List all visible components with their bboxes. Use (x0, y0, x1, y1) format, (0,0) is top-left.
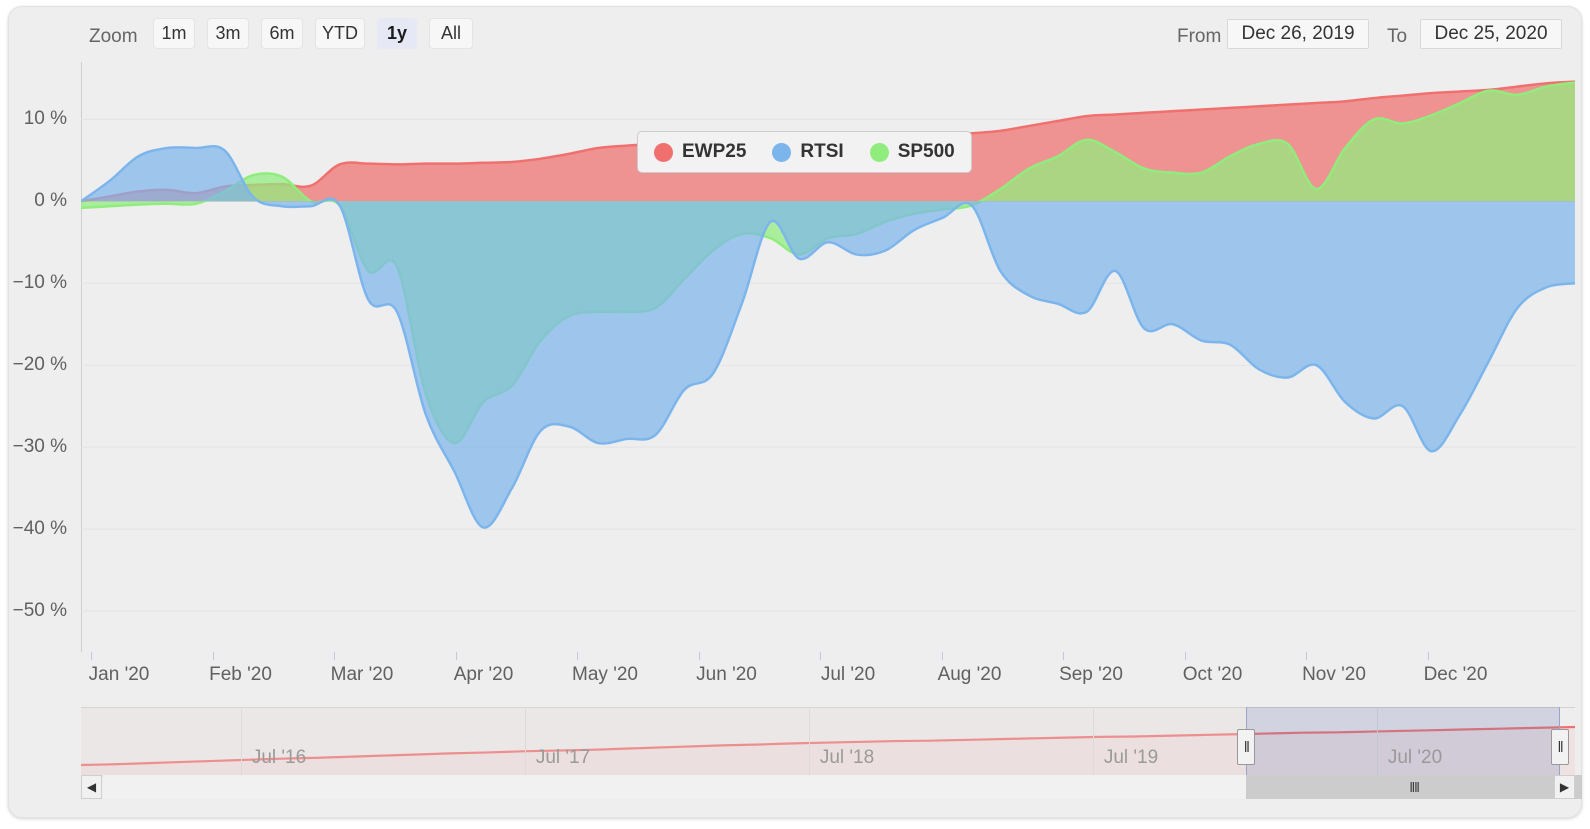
legend-label: SP500 (897, 141, 955, 162)
legend-item-rtsi[interactable]: RTSI (772, 141, 844, 163)
x-axis-tick (334, 652, 335, 660)
x-axis-tick (212, 652, 214, 660)
to-label: To (1387, 26, 1408, 47)
x-axis-tick (1184, 652, 1186, 660)
x-axis-tick (1063, 652, 1064, 660)
x-axis-tick-label: Jun '20 (696, 664, 757, 685)
legend-marker-icon (869, 142, 889, 162)
chart-screenshot: Zoom 1m 3m 6m YTD 1y All From Dec 26, 2019 To… (0, 0, 1590, 829)
legend-label: EWP25 (682, 141, 747, 162)
to-date-input[interactable]: Dec 25, 2020 (1420, 19, 1562, 49)
scrollbar-thumb[interactable]: ‖‖ (1246, 775, 1583, 799)
y-axis-tick-label: 0 % (34, 190, 67, 212)
legend-marker-icon (772, 142, 792, 162)
y-axis-tick-label: −20 % (12, 354, 67, 376)
chart-panel: Zoom 1m 3m 6m YTD 1y All From Dec 26, 2019 To… (8, 6, 1583, 818)
y-axis-tick-label: 10 % (23, 108, 67, 130)
range-button-ytd[interactable]: YTD (315, 18, 365, 49)
x-axis-tick-label: Oct '20 (1182, 664, 1243, 685)
x-axis-tick-label: Jan '20 (88, 664, 150, 685)
legend-item-ewp25[interactable]: EWP25 (654, 141, 746, 163)
x-axis-tick-label: Sep '20 (1059, 664, 1123, 685)
chart-legend: EWP25 RTSI SP500 (637, 131, 972, 173)
navigator-handle-right[interactable]: ‖ (1551, 729, 1570, 765)
x-axis-tick (698, 652, 700, 660)
range-selector: Zoom 1m 3m 6m YTD 1y All From Dec 26, 2019 To… (9, 7, 1583, 59)
y-axis-tick-label: −50 % (12, 600, 67, 622)
x-axis-tick-label: Aug '20 (937, 664, 1002, 685)
x-axis-tick-label: May '20 (572, 664, 638, 685)
navigator-x-label: Jul '16 (251, 747, 307, 768)
navigator-scrollbar[interactable]: ‖‖ ◀ ▶ (81, 775, 1583, 799)
range-button-1y[interactable]: 1y (377, 18, 417, 49)
range-button-6m[interactable]: 6m (261, 18, 303, 49)
x-axis-tick (1306, 652, 1307, 660)
legend-marker-icon (654, 142, 673, 162)
series-area-rtsi (81, 146, 1575, 528)
x-axis-tick-label: Nov '20 (1302, 664, 1366, 685)
x-axis-tick-label: Mar '20 (330, 664, 394, 685)
from-label: From (1177, 26, 1222, 47)
navigator-handle-left[interactable]: ‖ (1237, 729, 1256, 765)
legend-item-sp500[interactable]: SP500 (869, 141, 955, 163)
range-button-3m[interactable]: 3m (207, 18, 249, 49)
navigator[interactable]: Jul '16 Jul '17 Jul '18 Jul '19 Jul '20 ‖ ‖ (81, 707, 1575, 777)
from-date-input[interactable]: Dec 26, 2019 (1227, 19, 1369, 49)
x-axis-tick-label: Apr '20 (453, 664, 514, 685)
navigator-x-label: Jul '20 (1387, 747, 1443, 768)
x-axis-tick (455, 652, 457, 660)
navigator-x-label: Jul '19 (1103, 747, 1159, 768)
x-axis-tick (820, 652, 821, 660)
range-button-1m[interactable]: 1m (153, 18, 195, 49)
x-axis-tick (1427, 652, 1429, 660)
legend-label: RTSI (800, 141, 844, 162)
y-axis-tick-label: −30 % (12, 436, 67, 458)
scroll-left-arrow-icon[interactable]: ◀ (81, 775, 102, 799)
range-button-all[interactable]: All (429, 18, 473, 49)
y-axis-tick-label: −10 % (12, 272, 67, 294)
navigator-x-label: Jul '18 (819, 747, 875, 768)
x-axis-tick-label: Dec '20 (1423, 664, 1488, 685)
x-axis-tick (941, 652, 943, 660)
x-axis-tick (91, 652, 92, 660)
x-axis-tick-label: Feb '20 (209, 664, 272, 685)
x-axis-tick-label: Jul '20 (820, 664, 876, 685)
x-axis-tick (577, 652, 578, 660)
navigator-x-label: Jul '17 (535, 747, 591, 768)
zoom-label: Zoom (89, 26, 138, 47)
y-axis-tick-label: −40 % (12, 518, 67, 540)
scroll-right-arrow-icon[interactable]: ▶ (1554, 775, 1575, 799)
